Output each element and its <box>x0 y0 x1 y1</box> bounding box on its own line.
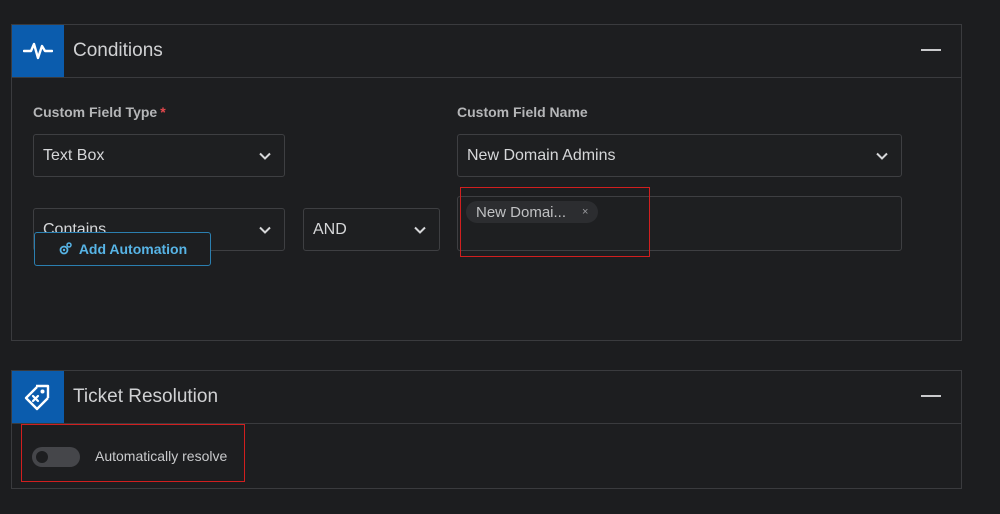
toggle-knob <box>36 451 48 463</box>
ticket-resolution-panel: Ticket Resolution Automatically resolve <box>11 370 962 489</box>
ticket-resolution-collapse-button[interactable] <box>921 395 941 397</box>
custom-field-type-label-text: Custom Field Type <box>33 104 158 120</box>
custom-field-type-select[interactable]: Text Box <box>33 134 285 177</box>
chevron-down-icon <box>259 226 271 234</box>
tag-remove-icon[interactable]: × <box>582 206 588 218</box>
ticket-resolution-header: Ticket Resolution <box>12 371 961 424</box>
ticket-resolution-title: Ticket Resolution <box>73 386 219 407</box>
required-marker: * <box>160 104 166 120</box>
value-tag-label: New Domai... <box>476 203 567 221</box>
logic-value: AND <box>313 220 347 238</box>
conditions-collapse-button[interactable] <box>921 49 941 51</box>
automation-icon <box>59 242 72 255</box>
custom-field-type-label: Custom Field Type * <box>33 104 166 120</box>
tag-remove-icon <box>12 371 64 423</box>
auto-resolve-label: Automatically resolve <box>95 448 228 464</box>
chevron-down-icon <box>414 226 426 234</box>
custom-field-name-label: Custom Field Name <box>457 104 588 120</box>
conditions-title: Conditions <box>73 40 163 61</box>
logic-select[interactable]: AND <box>303 208 440 251</box>
auto-resolve-toggle[interactable] <box>32 447 80 467</box>
add-automation-label: Add Automation <box>78 241 188 257</box>
custom-field-name-value: New Domain Admins <box>467 146 616 164</box>
add-automation-button[interactable]: Add Automation <box>34 232 211 266</box>
value-tag: New Domai... × <box>466 201 599 223</box>
chevron-down-icon <box>876 152 888 160</box>
value-tag-input[interactable]: New Domai... × <box>457 196 902 251</box>
conditions-panel: Conditions Custom Field Type * Text Box C… <box>11 24 962 341</box>
activity-icon <box>12 25 64 77</box>
custom-field-name-select[interactable]: New Domain Admins <box>457 134 902 177</box>
conditions-header: Conditions <box>12 25 961 78</box>
chevron-down-icon <box>259 152 271 160</box>
custom-field-type-value: Text Box <box>43 146 105 164</box>
